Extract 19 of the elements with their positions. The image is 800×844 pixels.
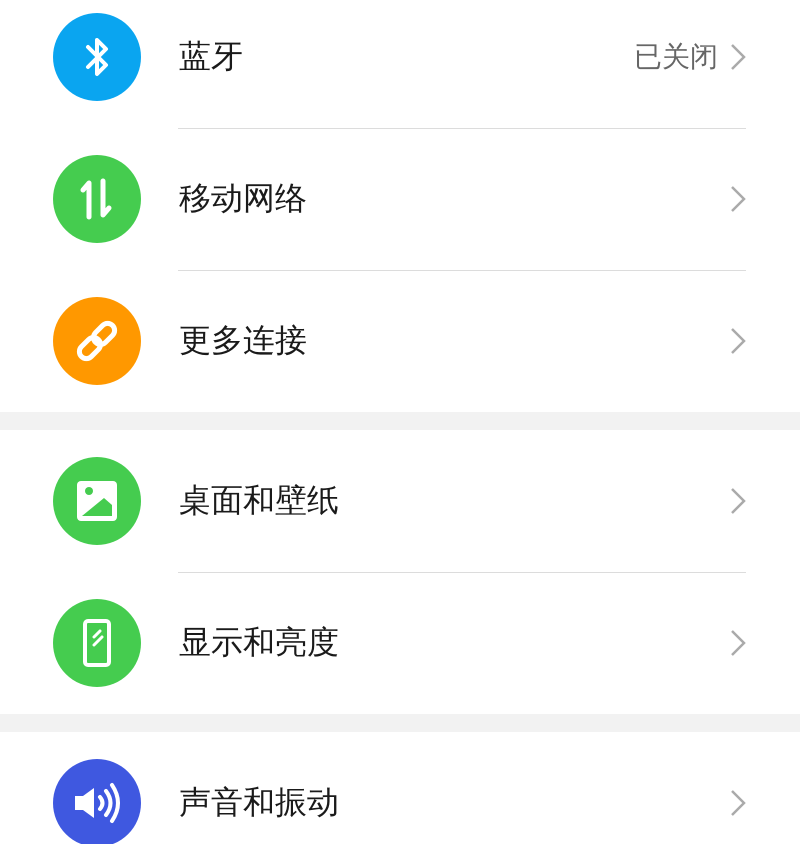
- item-label: 显示和亮度: [179, 622, 340, 663]
- item-label: 蓝牙: [179, 36, 244, 77]
- item-label: 移动网络: [179, 178, 308, 219]
- chevron-icon: [730, 43, 746, 71]
- item-label: 更多连接: [179, 320, 308, 361]
- settings-item[interactable]: 移动网络: [0, 128, 800, 270]
- settings-item[interactable]: 声音和振动: [0, 732, 800, 844]
- settings-item[interactable]: 更多连接: [0, 270, 800, 412]
- settings-item[interactable]: 显示和亮度: [0, 572, 800, 714]
- chevron-icon: [730, 327, 746, 355]
- chevron-icon: [730, 629, 746, 657]
- item-label: 声音和振动: [179, 782, 340, 823]
- settings-item[interactable]: 桌面和壁纸: [0, 430, 800, 572]
- status-text: 已关闭: [634, 39, 718, 75]
- chevron-icon: [730, 487, 746, 515]
- chevron-icon: [730, 185, 746, 213]
- item-label: 桌面和壁纸: [179, 480, 340, 521]
- settings-item[interactable]: 蓝牙 已关闭: [0, 0, 800, 128]
- chevron-icon: [730, 789, 746, 817]
